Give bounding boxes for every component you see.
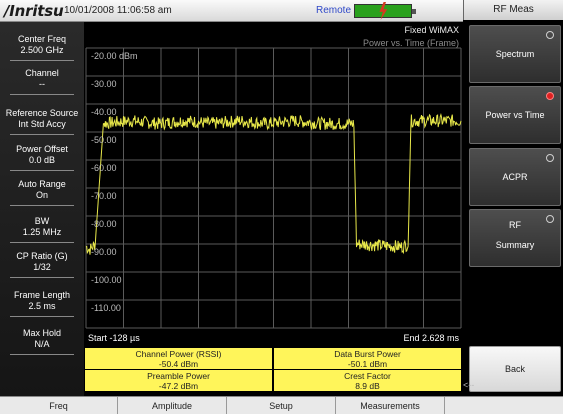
softkey-panel: RF Meas Spectrum Power vs Time ACPR RF S… — [463, 0, 563, 396]
button-label: Spectrum — [495, 49, 535, 59]
amplitude-menu-button[interactable]: Amplitude — [118, 397, 227, 414]
channel-power-cell: Channel Power (RSSI) -50.4 dBm — [85, 348, 272, 369]
button-label: RF — [509, 220, 521, 230]
brand-logo: /Inritsu — [4, 2, 64, 20]
param-channel: Channel -- — [0, 68, 84, 95]
divider — [10, 205, 74, 206]
divider — [10, 277, 74, 278]
freq-menu-button[interactable]: Freq — [0, 397, 118, 414]
param-frame-length: Frame Length 2.5 ms — [0, 290, 84, 317]
radio-indicator-icon — [546, 154, 554, 162]
param-label: Frame Length — [13, 290, 71, 300]
param-value: 2.500 GHz — [20, 45, 64, 55]
param-label: BW — [34, 216, 50, 226]
param-max-hold: Max Hold N/A — [0, 328, 84, 355]
param-center-freq: Center Freq 2.500 GHz — [0, 34, 84, 61]
measurement-table: Channel Power (RSSI) -50.4 dBm Data Burs… — [85, 348, 461, 392]
param-auto-range: Auto Range On — [0, 179, 84, 206]
param-label: Max Hold — [22, 328, 61, 338]
y-tick-label: -60.00 — [91, 163, 117, 173]
button-label: ACPR — [502, 172, 528, 182]
back-button[interactable]: Back — [469, 346, 561, 392]
measurement-value: -50.4 dBm — [158, 359, 199, 369]
param-cp-ratio: CP Ratio (G) 1/32 — [0, 251, 84, 278]
menu-title: RF Meas — [463, 0, 563, 20]
main-menu-bar: Freq Amplitude Setup Measurements — [0, 396, 563, 414]
divider — [10, 134, 74, 135]
button-label: Back — [504, 364, 525, 374]
radio-selected-icon — [546, 92, 554, 100]
divider — [10, 316, 74, 317]
param-value: 1.25 MHz — [22, 227, 62, 237]
measurements-menu-button[interactable]: Measurements — [336, 397, 445, 414]
y-tick-label: -50.00 — [91, 135, 117, 145]
y-tick-label: -40.00 — [91, 107, 117, 117]
param-label: Channel — [25, 68, 59, 78]
y-tick-label: -30.00 — [91, 79, 117, 89]
data-burst-power-cell: Data Burst Power -50.1 dBm — [274, 348, 461, 369]
y-tick-label: -110.00 — [91, 303, 121, 313]
timestamp: 10/01/2008 11:06:58 am — [64, 5, 172, 16]
divider — [10, 354, 74, 355]
measurement-value: -47.2 dBm — [158, 381, 199, 391]
param-value: N/A — [34, 339, 50, 349]
param-value: 1/32 — [33, 262, 51, 272]
y-tick-label: -70.00 — [91, 191, 117, 201]
measurement-title: Power vs. Time (Frame) — [362, 38, 459, 48]
y-tick-label: -90.00 — [91, 247, 117, 257]
param-label: CP Ratio (G) — [16, 251, 68, 261]
end-time-label: End 2.628 ms — [403, 333, 459, 343]
power-vs-time-button[interactable]: Power vs Time — [469, 86, 561, 144]
crest-factor-cell: Crest Factor 8.9 dB — [274, 370, 461, 391]
param-reference-source: Reference Source Int Std Accy — [0, 108, 84, 135]
divider — [10, 170, 74, 171]
y-tick-label: -100.00 — [91, 275, 122, 285]
radio-indicator-icon — [546, 31, 554, 39]
measurement-value: -50.1 dBm — [347, 359, 388, 369]
setup-menu-button[interactable]: Setup — [227, 397, 336, 414]
mode-title: Fixed WiMAX — [404, 25, 459, 35]
parameter-panel: Center Freq 2.500 GHz Channel -- Referen… — [0, 22, 84, 396]
measurement-label: Channel Power (RSSI) — [135, 349, 222, 359]
button-label: Summary — [495, 240, 535, 250]
button-label: Power vs Time — [485, 110, 545, 120]
param-bw: BW 1.25 MHz — [0, 216, 84, 243]
param-value: Int Std Accy — [18, 119, 66, 129]
param-label: Center Freq — [17, 34, 67, 44]
preamble-power-cell: Preamble Power -47.2 dBm — [85, 370, 272, 391]
divider — [10, 60, 74, 61]
remote-indicator: Remote — [316, 5, 352, 16]
battery-icon — [354, 2, 416, 20]
status-bar: /Inritsu 10/01/2008 11:06:58 am Remote — [0, 0, 463, 22]
param-value: 2.5 ms — [28, 301, 56, 311]
param-value: 0.0 dB — [28, 155, 56, 165]
param-value: -- — [39, 79, 45, 89]
param-label: Auto Range — [18, 179, 66, 189]
measurement-label: Crest Factor — [344, 371, 391, 381]
y-tick-label: -80.00 — [91, 219, 117, 229]
measurement-value: 8.9 dB — [355, 381, 380, 391]
divider — [10, 94, 74, 95]
measurement-label: Preamble Power — [147, 371, 210, 381]
measurement-label: Data Burst Power — [334, 349, 401, 359]
param-value: On — [35, 190, 48, 200]
divider — [10, 242, 74, 243]
rf-summary-button[interactable]: RF Summary — [469, 209, 561, 267]
back-arrow-indicator: <-- — [463, 380, 475, 390]
param-label: Power Offset — [16, 144, 68, 154]
param-label: Reference Source — [5, 108, 79, 118]
measurement-display: Fixed WiMAX Power vs. Time (Frame) -20.0… — [84, 22, 463, 396]
param-power-offset: Power Offset 0.0 dB — [0, 144, 84, 171]
y-tick-label: -20.00 dBm — [91, 51, 138, 61]
start-time-label: Start -128 µs — [88, 333, 140, 343]
acpr-button[interactable]: ACPR — [469, 148, 561, 206]
spectrum-button[interactable]: Spectrum — [469, 25, 561, 83]
